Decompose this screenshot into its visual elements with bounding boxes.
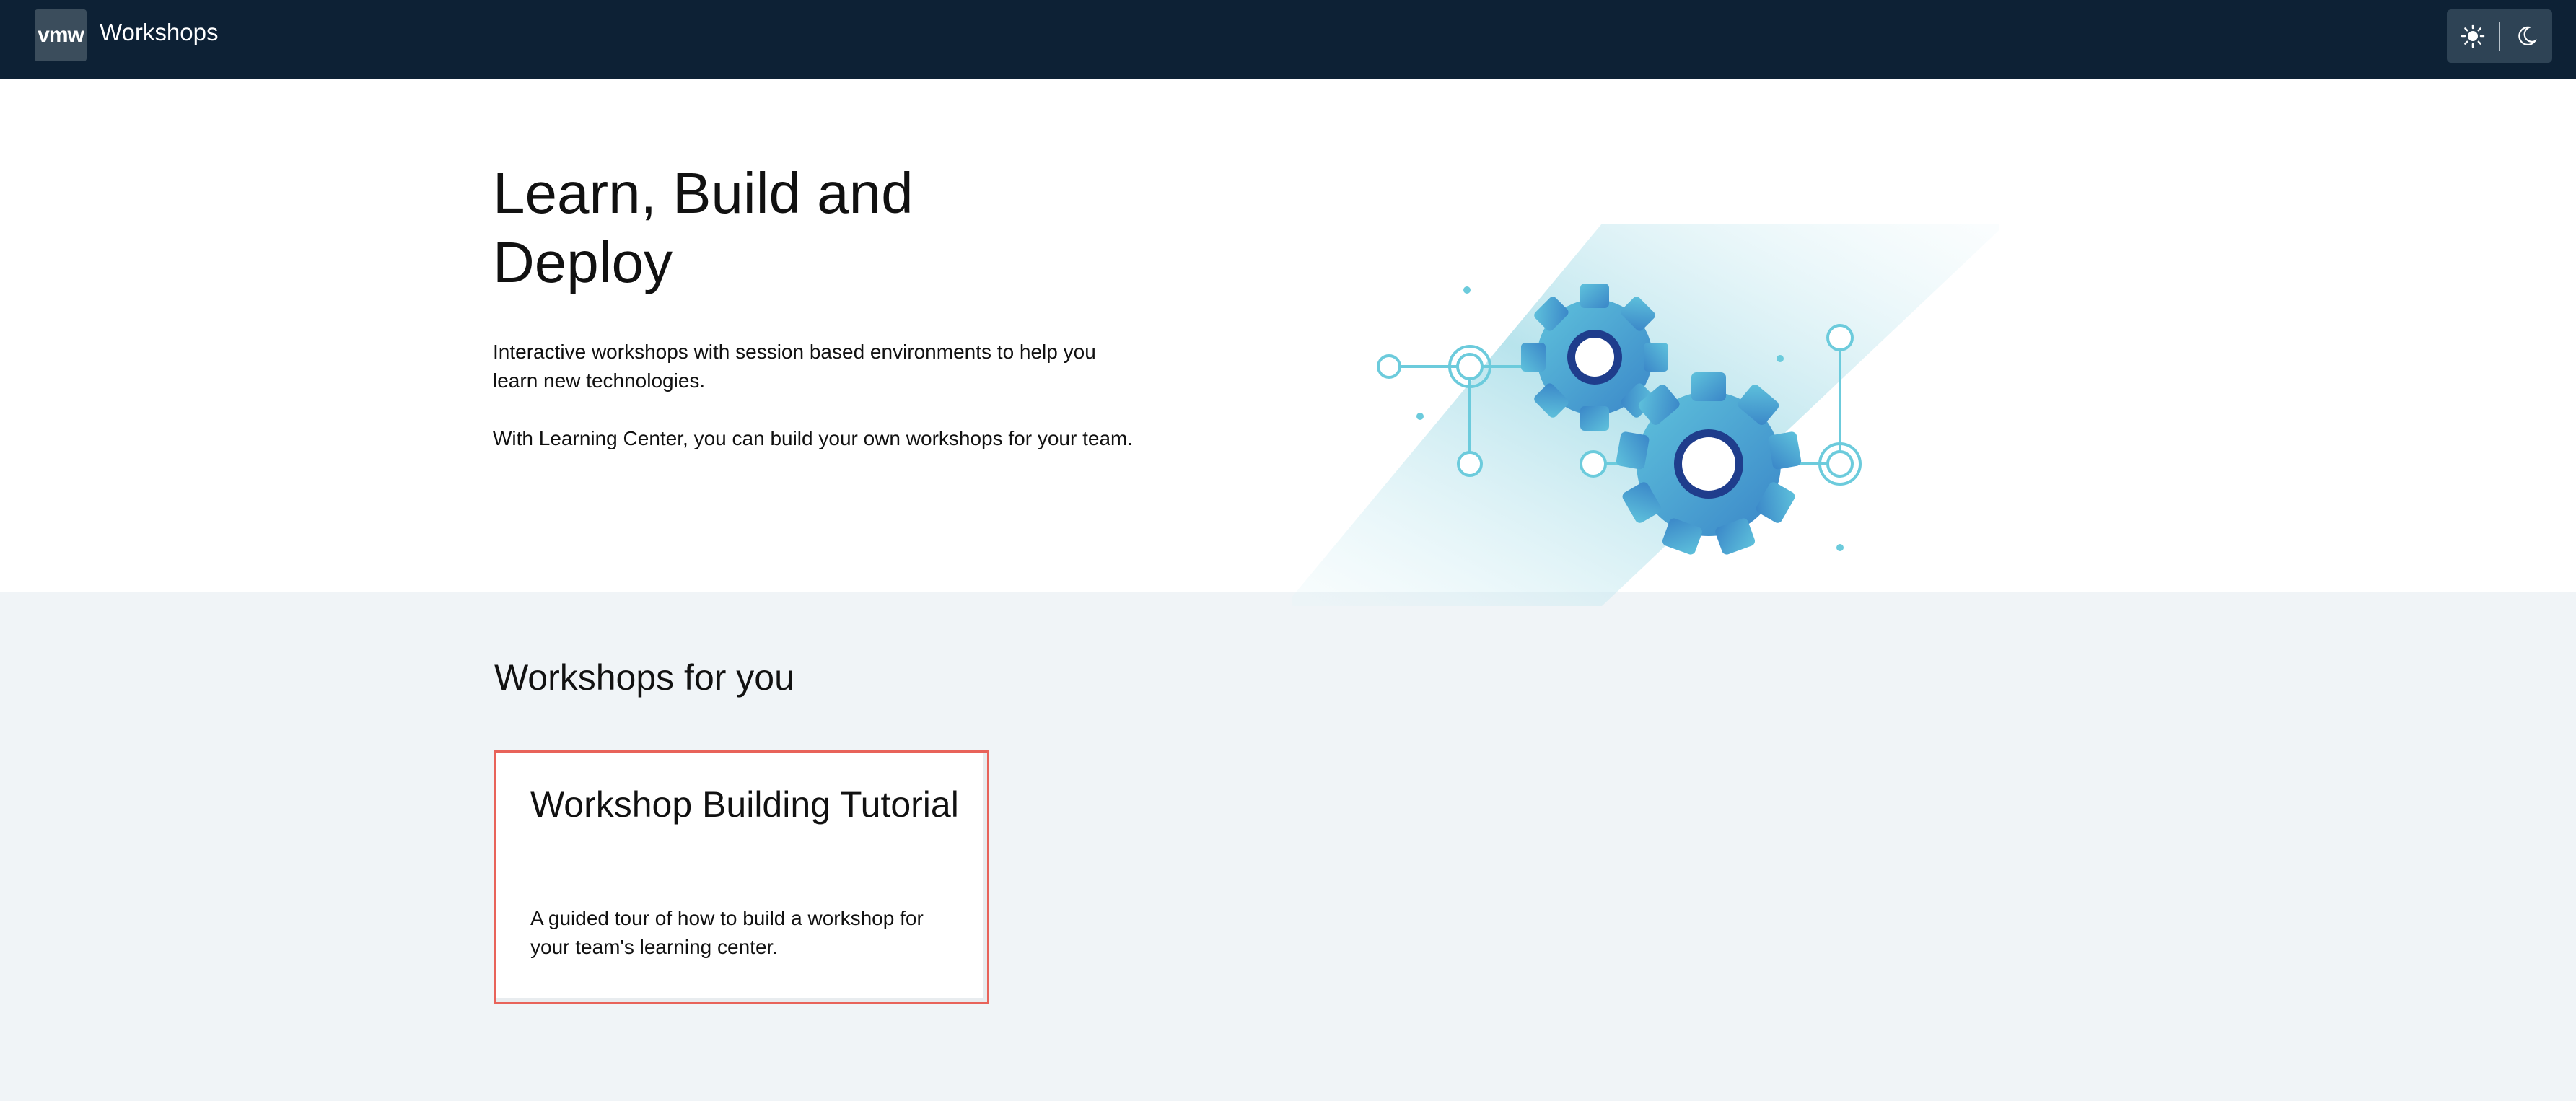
- workshop-card[interactable]: Workshop Building Tutorial A guided tour…: [494, 750, 989, 1004]
- hero-paragraph-1: Interactive workshops with session based…: [493, 341, 1096, 392]
- vmware-logo[interactable]: vmw: [35, 9, 87, 61]
- workshop-card-description: A guided tour of how to build a workshop…: [530, 907, 924, 958]
- moon-icon: [2518, 26, 2537, 45]
- dark-theme-button[interactable]: [2500, 9, 2552, 63]
- hero-section: Learn, Build and Deploy Interactive work…: [0, 79, 2576, 606]
- theme-toggle: [2447, 9, 2552, 63]
- light-theme-button[interactable]: [2447, 9, 2499, 63]
- sun-icon: [2461, 24, 2485, 48]
- hero-paragraph-2: With Learning Center, you can build your…: [493, 427, 1134, 449]
- workshop-card-title: Workshop Building Tutorial: [530, 784, 959, 825]
- app-title[interactable]: Workshops: [100, 19, 218, 46]
- top-header: vmw Workshops: [0, 0, 2576, 79]
- hero-title: Learn, Build and Deploy: [493, 161, 914, 294]
- gears-illustration: [1292, 224, 1999, 606]
- workshops-section-title: Workshops for you: [494, 657, 794, 698]
